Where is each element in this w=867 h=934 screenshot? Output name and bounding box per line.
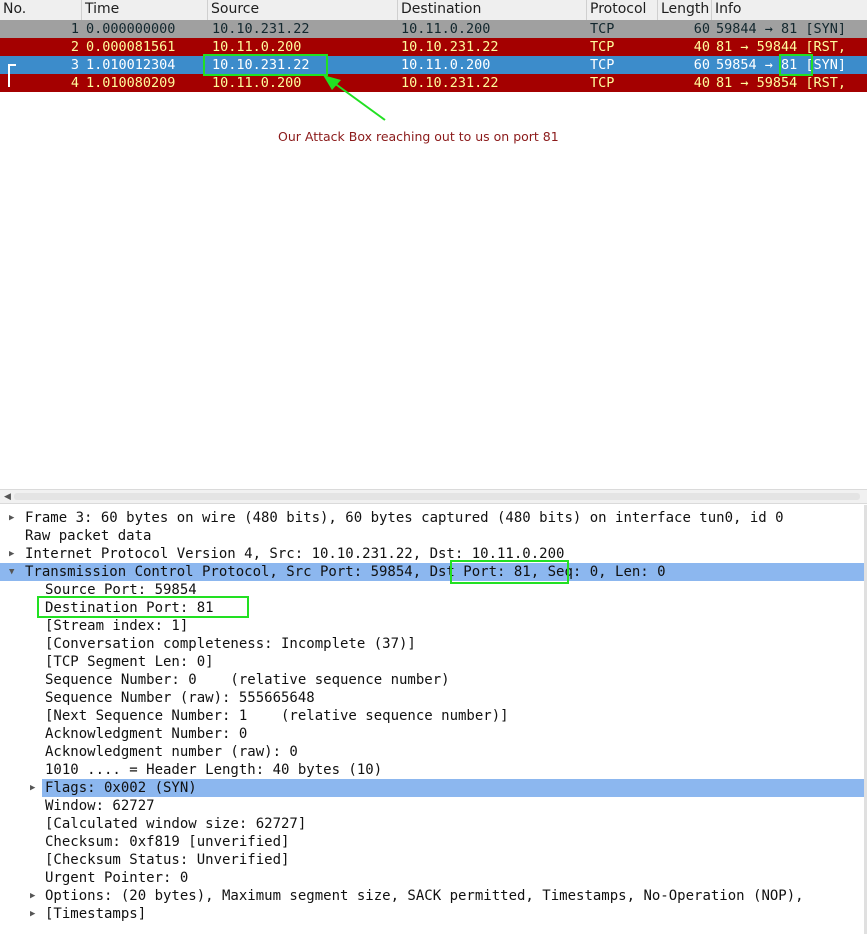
tree-item-frame[interactable]: Frame 3: 60 bytes on wire (480 bits), 60… [25, 509, 784, 527]
tree-item-tcp[interactable]: Transmission Control Protocol, Src Port:… [25, 563, 666, 581]
tcp-field[interactable]: [Calculated window size: 62727] [45, 815, 306, 833]
packet-time: 0.000000000 [86, 21, 176, 37]
tcp-field[interactable]: Acknowledgment Number: 0 [45, 725, 247, 743]
tcp-field[interactable]: Window: 62727 [45, 797, 155, 815]
tcp-field[interactable]: Acknowledgment number (raw): 0 [45, 743, 298, 761]
packet-destination: 10.10.231.22 [401, 39, 499, 55]
column-header-length[interactable]: Length [658, 0, 712, 20]
scroll-left-icon[interactable]: ◀ [4, 492, 11, 502]
packet-info: 81 → 59854 [RST, [716, 75, 847, 91]
info-dst-port: 81 [781, 57, 798, 73]
packet-info: 81 → 59844 [RST, [716, 39, 847, 55]
packet-details-pane: ▶ Frame 3: 60 bytes on wire (480 bits), … [0, 505, 867, 934]
info-prefix: 59854 → [716, 57, 782, 73]
packet-info: 59854 → 81 [SYN] [716, 56, 867, 74]
expand-arrow-icon[interactable]: ▶ [9, 509, 14, 527]
column-header-time[interactable]: Time [82, 0, 208, 20]
packet-source: 10.10.231.22 [212, 57, 310, 73]
packet-row[interactable]: 2 0.000081561 10.11.0.200 10.10.231.22 T… [0, 38, 867, 56]
info-suffix: [SYN] [797, 57, 847, 73]
packet-destination: 10.11.0.200 [401, 21, 491, 37]
tcp-field-options[interactable]: Options: (20 bytes), Maximum segment siz… [45, 887, 864, 905]
packet-protocol: TCP [590, 21, 615, 37]
tree-item-raw[interactable]: Raw packet data [25, 527, 151, 545]
scrollbar-thumb[interactable] [14, 493, 860, 500]
tcp-field[interactable]: Checksum: 0xf819 [unverified] [45, 833, 289, 851]
column-header-info[interactable]: Info [712, 0, 867, 20]
column-header-protocol[interactable]: Protocol [587, 0, 658, 20]
packet-source: 10.10.231.22 [212, 21, 310, 37]
packet-protocol: TCP [590, 39, 615, 55]
tcp-field[interactable]: [Checksum Status: Unverified] [45, 851, 289, 869]
tcp-field-flags[interactable]: Flags: 0x002 (SYN) [45, 779, 197, 797]
tcp-summary-suffix: , Seq: 0, Len: 0 [530, 564, 666, 580]
packet-time: 0.000081561 [86, 39, 176, 55]
tcp-field[interactable]: Sequence Number (raw): 555665648 [45, 689, 315, 707]
tcp-field[interactable]: 1010 .... = Header Length: 40 bytes (10) [45, 761, 382, 779]
tcp-field[interactable]: [Next Sequence Number: 1 (relative seque… [45, 707, 509, 725]
packet-time: 1.010012304 [86, 57, 176, 73]
packet-list-pane: No. Time Source Destination Protocol Len… [0, 0, 867, 489]
annotation-text: Our Attack Box reaching out to us on por… [278, 129, 559, 144]
expand-arrow-icon[interactable]: ▶ [30, 779, 35, 797]
packet-time: 1.010080209 [86, 75, 176, 91]
tcp-field[interactable]: Urgent Pointer: 0 [45, 869, 188, 887]
tcp-field[interactable]: [Stream index: 1] [45, 617, 188, 635]
tcp-summary-prefix: Transmission Control Protocol, Src Port:… [25, 564, 430, 580]
packet-destination: 10.11.0.200 [401, 57, 491, 73]
expand-arrow-icon[interactable]: ▶ [9, 545, 14, 563]
column-header-source[interactable]: Source [208, 0, 398, 20]
packet-row[interactable]: 4 1.010080209 10.11.0.200 10.10.231.22 T… [0, 74, 867, 92]
tcp-field[interactable]: [TCP Segment Len: 0] [45, 653, 214, 671]
tcp-dst-port: Dst Port: 81 [429, 564, 531, 580]
horizontal-scrollbar[interactable]: ◀ [0, 489, 867, 504]
column-header-no[interactable]: No. [0, 0, 82, 20]
tcp-field-destination-port[interactable]: Destination Port: 81 [45, 599, 214, 617]
packet-row[interactable]: 1 0.000000000 10.10.231.22 10.11.0.200 T… [0, 20, 867, 38]
packet-list-header: No. Time Source Destination Protocol Len… [0, 0, 867, 21]
tcp-field-timestamps[interactable]: [Timestamps] [45, 905, 146, 923]
expand-arrow-icon[interactable]: ▶ [30, 905, 35, 923]
packet-length: 60 [693, 21, 710, 37]
packet-source: 10.11.0.200 [212, 39, 302, 55]
tree-item-ip[interactable]: Internet Protocol Version 4, Src: 10.10.… [25, 545, 564, 563]
packet-row-selected[interactable]: 3 1.010012304 10.10.231.22 10.11.0.200 T… [0, 56, 867, 74]
packet-info: 59844 → 81 [SYN] [716, 21, 847, 37]
collapse-arrow-icon[interactable]: ▼ [9, 563, 14, 581]
packet-protocol: TCP [590, 57, 615, 73]
packet-length: 40 [693, 39, 710, 55]
packet-source: 10.11.0.200 [212, 75, 302, 91]
tcp-field[interactable]: Sequence Number: 0 (relative sequence nu… [45, 671, 450, 689]
expand-arrow-icon[interactable]: ▶ [30, 887, 35, 905]
packet-length: 60 [693, 57, 710, 73]
packet-length: 40 [693, 75, 710, 91]
tcp-field[interactable]: [Conversation completeness: Incomplete (… [45, 635, 416, 653]
packet-protocol: TCP [590, 75, 615, 91]
packet-no: 2 [70, 39, 79, 55]
tcp-field[interactable]: Source Port: 59854 [45, 581, 197, 599]
packet-no: 1 [70, 21, 79, 37]
conversation-bracket-icon [8, 64, 16, 87]
column-header-destination[interactable]: Destination [398, 0, 587, 20]
packet-destination: 10.10.231.22 [401, 75, 499, 91]
